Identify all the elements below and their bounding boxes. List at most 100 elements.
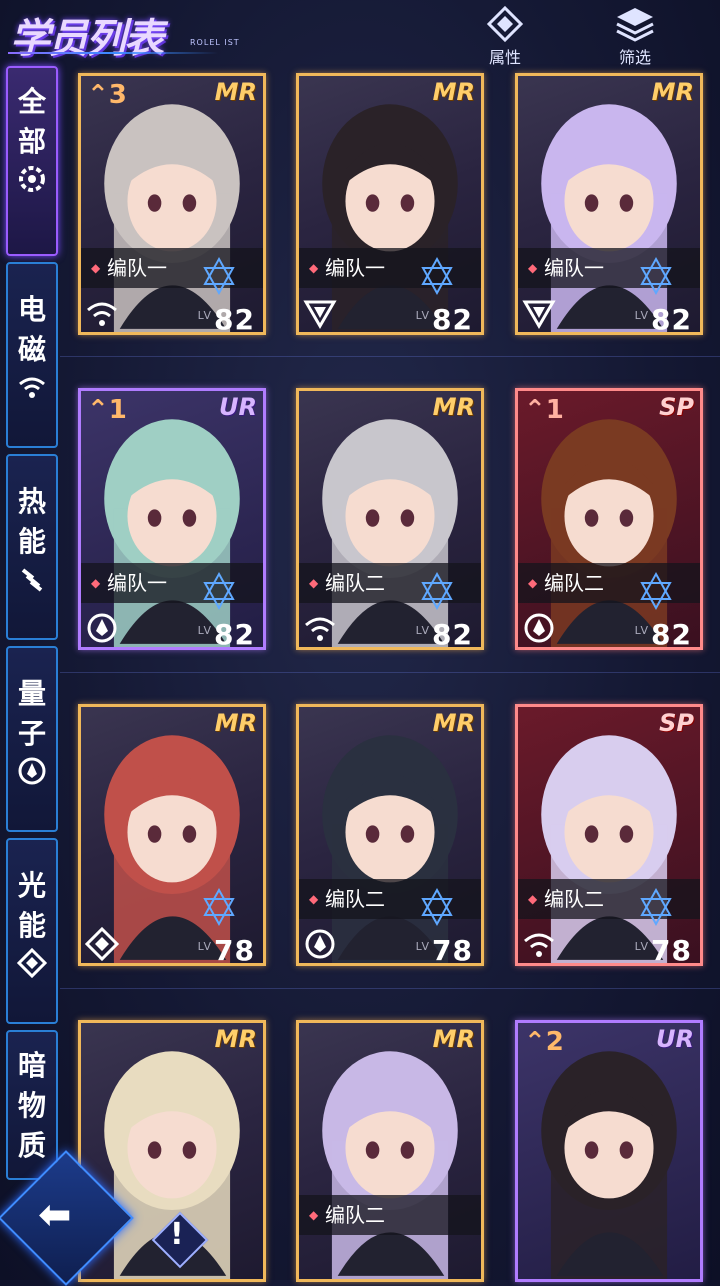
heat-icon <box>21 568 43 592</box>
title-underline <box>8 52 218 54</box>
level-value: 78 <box>214 934 255 966</box>
student-card[interactable]: MR编队二LV78 <box>296 704 484 966</box>
level-prefix: LV <box>197 309 213 322</box>
sidebar-item-label: 热 <box>17 485 46 518</box>
divider <box>60 356 720 357</box>
sidebar-item-light[interactable]: 光 能 <box>6 838 58 1024</box>
header: 学员列表 ROLEL IST 属性 筛选 <box>0 0 720 67</box>
sidebar-item-all[interactable]: 全 部 <box>6 66 58 256</box>
sidebar-item-thermal[interactable]: 热 能 <box>6 454 58 640</box>
level-value: 82 <box>214 618 255 650</box>
attribute-button[interactable]: 属性 <box>465 2 545 67</box>
rarity-badge: UR <box>656 1025 694 1053</box>
star-rank: ⌃3 <box>87 80 127 110</box>
student-card[interactable]: ⌃3MR编队一LV82 <box>78 73 266 335</box>
diamond-icon <box>85 927 119 961</box>
sidebar-item-label: 光 <box>17 869 46 902</box>
sidebar-item-label: 能 <box>17 909 46 942</box>
rarity-badge: MR <box>651 78 694 106</box>
level-value: 82 <box>214 303 255 335</box>
level-text: LV78 <box>416 934 473 966</box>
sidebar-item-label: 电 <box>17 293 46 326</box>
sidebar-item-label: 磁 <box>17 333 46 366</box>
hexagram-icon <box>640 887 672 927</box>
student-card[interactable]: MR编队二LV82 <box>296 388 484 650</box>
character-portrait <box>541 1051 677 1279</box>
rarity-badge: SP <box>659 709 694 737</box>
sidebar-item-label: 物 <box>17 1089 46 1122</box>
layers-icon <box>616 8 654 42</box>
hexagram-icon <box>421 571 453 611</box>
page-subtitle: ROLEL IST <box>190 38 240 47</box>
filter-label: 筛选 <box>618 48 651 67</box>
level-prefix: LV <box>197 940 213 953</box>
level-text: LV82 <box>197 303 255 335</box>
character-portrait <box>322 1051 458 1279</box>
level-prefix: LV <box>197 624 213 637</box>
student-card[interactable]: MR 编队二 <box>296 1020 484 1282</box>
attribute-icon <box>486 6 524 43</box>
star-rank: ⌃2 <box>524 1027 564 1057</box>
level-text: LV78 <box>197 934 255 966</box>
hexagram-icon <box>203 571 235 611</box>
student-card[interactable]: MR编队一LV82 <box>515 73 703 335</box>
hexagram-icon <box>203 256 235 296</box>
level-text: LV82 <box>634 618 692 650</box>
level-value: 82 <box>432 303 473 335</box>
gear-icon <box>19 166 45 192</box>
level-text: LV82 <box>416 618 473 650</box>
rarity-badge: MR <box>432 78 475 106</box>
back-arrow-icon: ⬅ <box>38 1192 72 1238</box>
student-card[interactable]: ⌃2 UR <box>515 1020 703 1282</box>
hexagram-icon <box>421 256 453 296</box>
level-value: 78 <box>651 934 692 966</box>
triangle-icon <box>522 300 556 329</box>
student-card[interactable]: ⌃1SP编队二LV82 <box>515 388 703 650</box>
exclamation-icon: ! <box>170 1217 184 1252</box>
sidebar-item-label: 能 <box>17 525 46 558</box>
star-rank: ⌃1 <box>87 395 127 425</box>
sidebar-item-dark-matter[interactable]: 暗 物 质 <box>6 1030 58 1180</box>
diamond-icon <box>17 948 47 978</box>
quantum-icon <box>524 613 554 643</box>
level-value: 78 <box>432 934 473 966</box>
wifi-icon <box>19 377 45 398</box>
sidebar-item-label: 暗 <box>17 1049 46 1082</box>
sidebar-item-label: 全 <box>17 85 46 118</box>
rarity-badge: MR <box>214 78 257 106</box>
quantum-icon <box>87 613 117 643</box>
level-prefix: LV <box>634 624 650 637</box>
hexagram-icon <box>640 256 672 296</box>
hexagram-icon <box>640 571 672 611</box>
level-value: 82 <box>432 618 473 650</box>
sidebar-item-quantum[interactable]: 量 子 <box>6 646 58 832</box>
level-text: LV82 <box>197 618 255 650</box>
student-card[interactable]: ⌃1UR编队一LV82 <box>78 388 266 650</box>
hexagram-icon <box>421 887 453 927</box>
sidebar-item-electromagnetic[interactable]: 电 磁 <box>6 262 58 448</box>
rarity-badge: MR <box>432 1025 475 1053</box>
student-card[interactable]: SP编队二LV78 <box>515 704 703 966</box>
triangle-icon <box>303 300 337 329</box>
rarity-badge: MR <box>214 709 257 737</box>
divider <box>60 672 720 673</box>
wifi-icon <box>87 302 117 326</box>
rarity-badge: UR <box>219 393 257 421</box>
wifi-icon <box>524 933 554 957</box>
squad-tag: 编队二 <box>299 1195 481 1235</box>
hexagram-icon <box>203 887 235 927</box>
quantum-icon <box>18 757 46 785</box>
rarity-badge: SP <box>659 393 694 421</box>
wifi-icon <box>305 617 335 641</box>
student-card[interactable]: MR LV78 <box>78 704 266 966</box>
student-card[interactable]: MR编队一LV82 <box>296 73 484 335</box>
level-text: LV78 <box>635 934 692 966</box>
filter-button[interactable]: 筛选 <box>595 2 675 67</box>
sidebar-item-label: 部 <box>17 125 46 158</box>
level-prefix: LV <box>634 309 650 322</box>
page-title: 学员列表 <box>10 16 164 62</box>
rarity-badge: MR <box>214 1025 257 1053</box>
level-text: LV82 <box>634 303 692 332</box>
sidebar-item-label: 质 <box>17 1129 46 1162</box>
level-value: 82 <box>651 618 692 650</box>
